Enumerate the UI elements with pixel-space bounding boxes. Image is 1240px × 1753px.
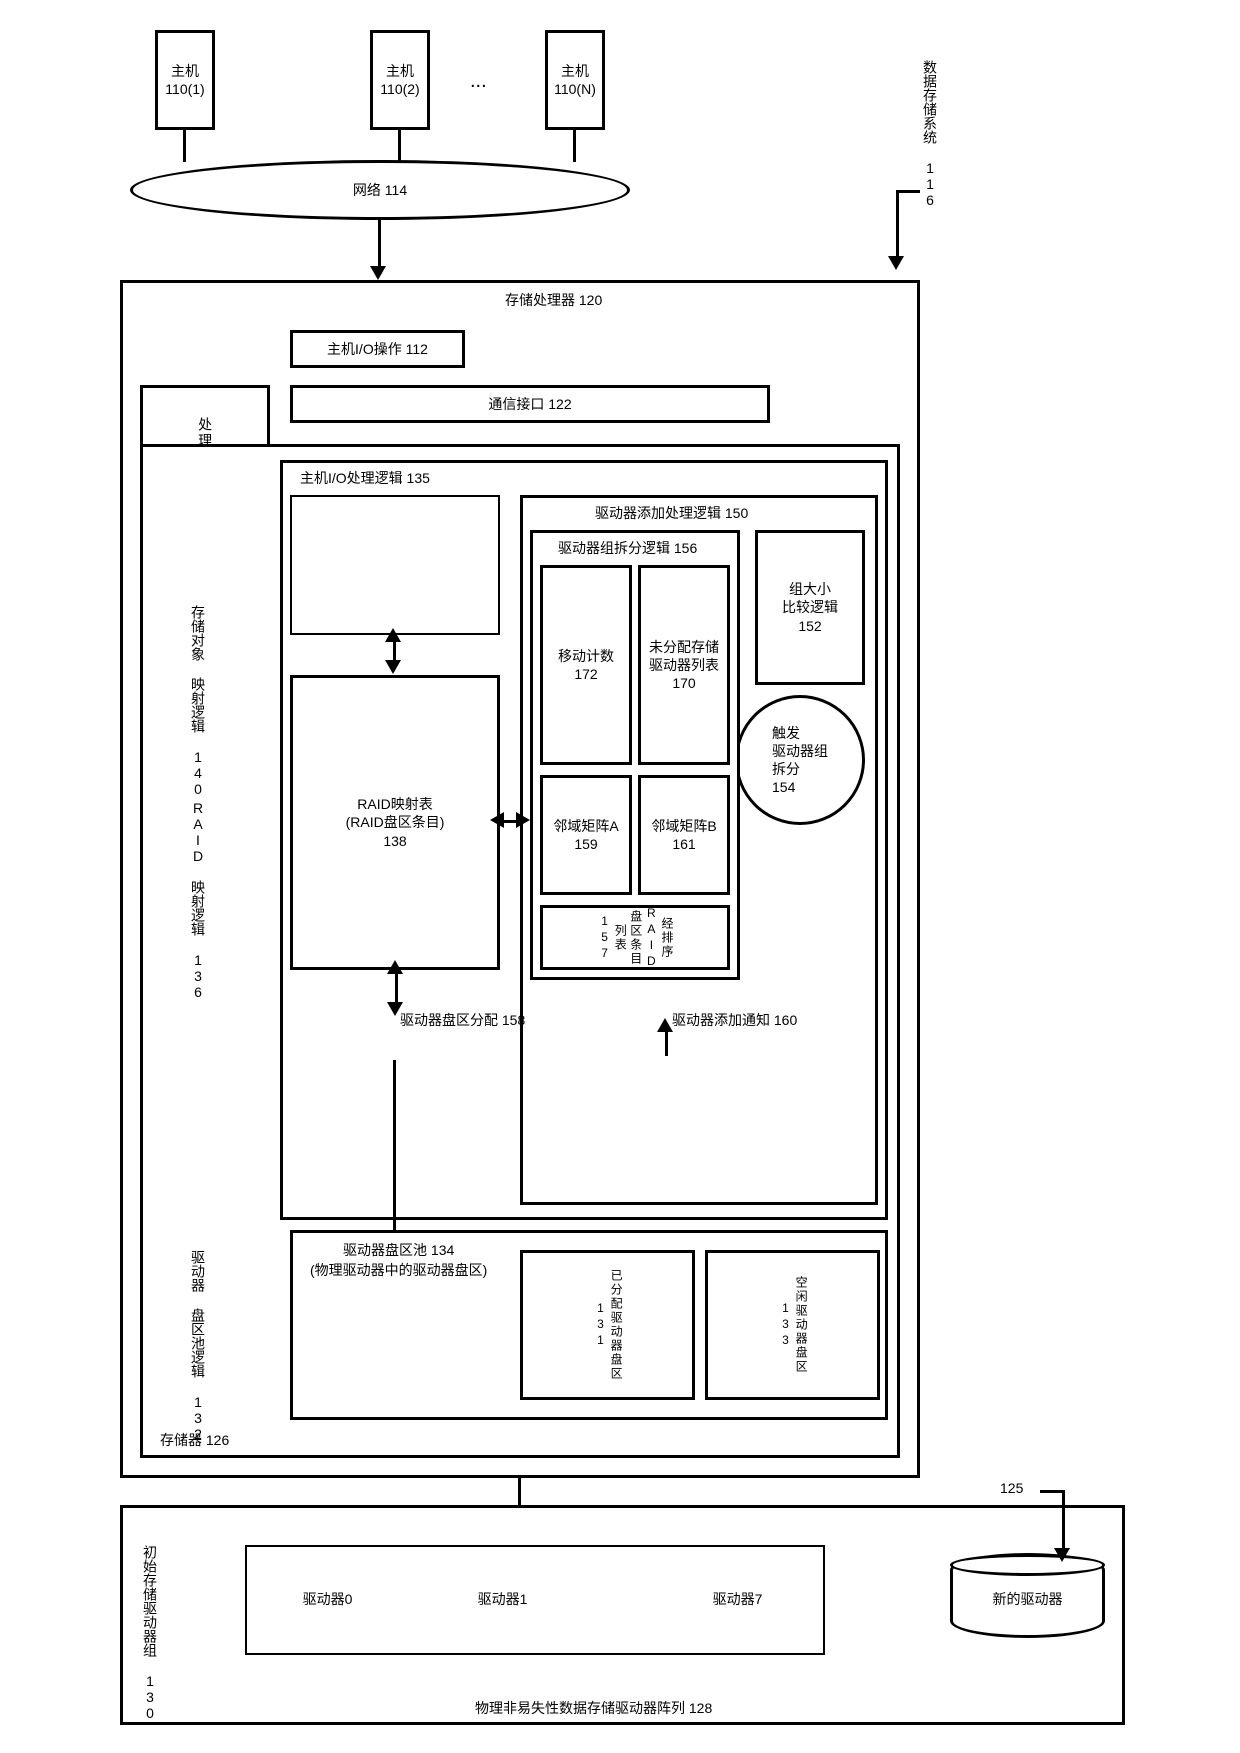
connector [518, 1478, 521, 1506]
unalloc-list-label: 未分配存储 驱动器列表 170 [649, 638, 719, 693]
raid-map-table-label: RAID映射表 (RAID盘区条目) 138 [346, 795, 445, 850]
connector [378, 220, 381, 268]
connector [395, 970, 398, 1006]
arrow-icon [657, 1018, 673, 1032]
driver-pool-logic-label: 驱动器 盘区池逻辑 132 [188, 1250, 208, 1442]
arrow-icon [1054, 1548, 1070, 1562]
arrow-icon [370, 266, 386, 280]
connector [393, 1060, 396, 1230]
drive-1-label: 驱动器1 [478, 1590, 528, 1608]
driver-pool-label: 驱动器盘区池 134 (物理驱动器中的驱动器盘区) [310, 1240, 487, 1280]
unalloc-list-box: 未分配存储 驱动器列表 170 [638, 565, 730, 765]
neighbor-a-label: 邻域矩阵A 159 [553, 817, 618, 853]
raid-map-table-box: RAID映射表 (RAID盘区条目) 138 [290, 675, 500, 970]
alloc-extents-box: 已分配驱动器盘区 131 [520, 1250, 695, 1400]
connector [1062, 1490, 1065, 1550]
host-io-logic-label: 主机I/O处理逻辑 135 [300, 468, 430, 488]
group-size-compare-box: 组大小 比较逻辑 152 [755, 530, 865, 685]
network-label: 网络 114 [353, 181, 407, 199]
raid-map-logic-label: RAID 映射逻辑 136 [188, 800, 208, 1000]
host-2-box: 主机 110(2) [370, 30, 430, 130]
initial-group-label: 初始存储驱动器组 130 [140, 1545, 160, 1721]
connector [398, 130, 401, 162]
trigger-split-circle: 触发 驱动器组 拆分 154 [735, 695, 865, 825]
neighbor-b-label: 邻域矩阵B 161 [651, 817, 716, 853]
driver-add-notify-label: 驱动器添加通知 160 [672, 1010, 797, 1030]
connector [183, 130, 186, 162]
network-ellipse: 网络 114 [130, 160, 630, 220]
comm-interface-box: 通信接口 122 [290, 385, 770, 423]
new-drive-label: 新的驱动器 [993, 1590, 1063, 1608]
driver-add-logic-label: 驱动器添加处理逻辑 150 [595, 503, 748, 523]
host-io-ops-label: 主机I/O操作 112 [327, 340, 428, 358]
new-drive-cylinder: 新的驱动器 [950, 1553, 1105, 1638]
move-count-label: 移动计数 172 [558, 647, 614, 683]
storage-obj-map-box [290, 495, 500, 635]
arrow-icon [387, 1002, 403, 1016]
pointer-125-label: 125 [1000, 1480, 1023, 1496]
host-1-box: 主机 110(1) [155, 30, 215, 130]
spare-extents-box: 空闲驱动器盘区 133 [705, 1250, 880, 1400]
phys-array-label: 物理非易失性数据存储驱动器阵列 128 [475, 1698, 712, 1718]
driver-extent-alloc-label: 驱动器盘区分配 158 [400, 1010, 525, 1030]
trigger-split-label: 触发 驱动器组 拆分 154 [772, 724, 828, 797]
host-n-box: 主机 110(N) [545, 30, 605, 130]
spare-extents-label: 空闲驱动器盘区 133 [777, 1253, 808, 1397]
connector [573, 130, 576, 162]
sorted-raid-list-label: 经排序RAID盘区条目列表 157 [596, 906, 674, 970]
neighbor-a-box: 邻域矩阵A 159 [540, 775, 632, 895]
drive-0-label: 驱动器0 [303, 1590, 353, 1608]
group-size-compare-label: 组大小 比较逻辑 152 [782, 580, 838, 635]
host-io-ops-box: 主机I/O操作 112 [290, 330, 465, 368]
architecture-diagram: 主机 110(1) 主机 110(2) ... 主机 110(N) 网络 114… [0, 0, 1240, 1753]
neighbor-b-box: 邻域矩阵B 161 [638, 775, 730, 895]
host-n-label: 主机 110(N) [554, 62, 596, 98]
alloc-extents-label: 已分配驱动器盘区 131 [592, 1253, 623, 1397]
arrow-icon [888, 256, 904, 270]
comm-interface-label: 通信接口 122 [488, 395, 571, 413]
host-2-label: 主机 110(2) [380, 62, 419, 98]
arrow-icon [385, 660, 401, 674]
connector [896, 190, 920, 193]
drive-7-label: 驱动器7 [713, 1590, 763, 1608]
sorted-raid-list-box: 经排序RAID盘区条目列表 157 [540, 905, 730, 970]
connector [665, 1028, 668, 1056]
group-split-logic-label: 驱动器组拆分逻辑 156 [558, 538, 697, 558]
move-count-box: 移动计数 172 [540, 565, 632, 765]
arrow-icon [387, 960, 403, 974]
arrow-icon [516, 812, 530, 828]
arrow-icon [385, 628, 401, 642]
storage-obj-map-logic-label: 存储对象 映射逻辑 140 [188, 605, 208, 797]
data-storage-system-label: 数据存储系统 116 [920, 60, 940, 208]
storage-processor-label: 存储处理器 120 [505, 290, 602, 310]
host-1-label: 主机 110(1) [165, 62, 204, 98]
connector [896, 190, 899, 258]
arrow-icon [490, 812, 504, 828]
hosts-ellipsis: ... [470, 70, 487, 93]
